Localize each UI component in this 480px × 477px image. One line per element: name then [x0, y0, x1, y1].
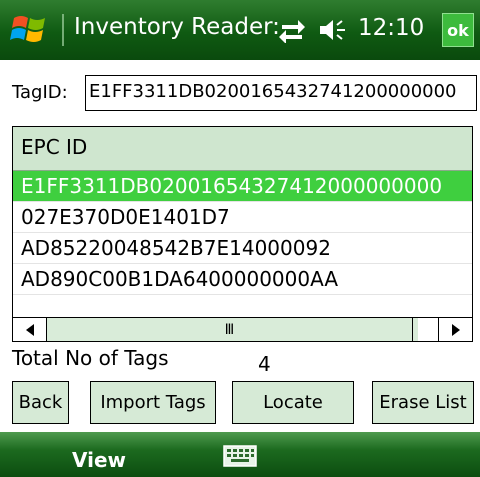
scroll-track-remainder[interactable]: [418, 318, 438, 341]
list-item[interactable]: AD85220048542B7E14000092: [13, 233, 472, 264]
windows-logo-icon[interactable]: [10, 10, 50, 50]
title-separator: [62, 14, 64, 46]
locate-button[interactable]: Locate: [232, 381, 354, 424]
connectivity-icon[interactable]: [278, 17, 306, 43]
tagid-label: TagID:: [12, 82, 68, 103]
left-arrow-icon: [25, 323, 34, 336]
total-tags-label: Total No of Tags: [12, 346, 169, 370]
erase-list-button[interactable]: Erase List: [372, 381, 474, 424]
total-tags-value: 4: [258, 352, 271, 376]
ok-button[interactable]: ok: [442, 13, 474, 47]
back-button[interactable]: Back: [12, 381, 69, 424]
status-bar: Inventory Reader: 12:10 ok: [0, 0, 480, 60]
view-menu[interactable]: View: [72, 448, 126, 472]
horizontal-scrollbar[interactable]: Ⅲ: [13, 317, 472, 341]
menu-bar: View: [0, 432, 480, 477]
tagid-input[interactable]: E1FF3311DB0200165432741200000000: [85, 75, 477, 111]
scroll-grip-icon: Ⅲ: [224, 321, 235, 338]
scroll-left-button[interactable]: [13, 318, 47, 341]
volume-icon[interactable]: [318, 17, 348, 43]
keyboard-icon[interactable]: [223, 445, 257, 467]
import-tags-button[interactable]: Import Tags: [90, 381, 216, 424]
right-arrow-icon: [451, 323, 460, 336]
list-item[interactable]: E1FF3311DB02001654327412000000000: [13, 171, 472, 202]
scroll-track[interactable]: Ⅲ: [47, 318, 438, 341]
epc-column-header[interactable]: EPC ID: [13, 127, 472, 171]
epc-list[interactable]: EPC ID E1FF3311DB02001654327412000000000…: [12, 126, 473, 342]
scroll-right-button[interactable]: [438, 318, 472, 341]
list-item[interactable]: AD890C00B1DA6400000000AA: [13, 264, 472, 295]
clock[interactable]: 12:10: [358, 15, 424, 41]
app-title: Inventory Reader:: [74, 14, 280, 40]
scroll-thumb[interactable]: Ⅲ: [47, 318, 413, 341]
list-item[interactable]: 027E370D0E1401D7: [13, 202, 472, 233]
